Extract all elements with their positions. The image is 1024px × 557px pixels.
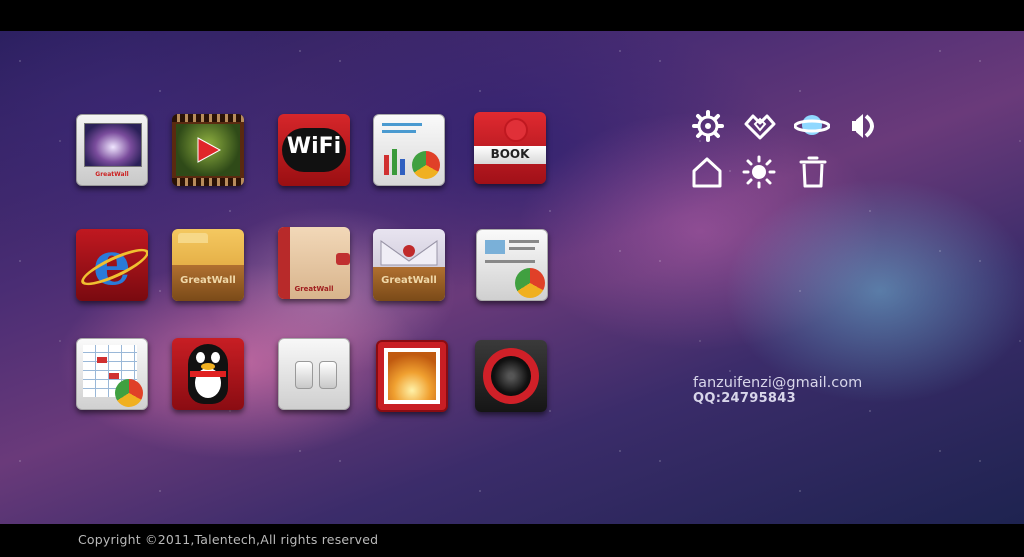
news-document-icon[interactable] — [476, 229, 548, 301]
mail-label: GreatWall — [381, 275, 437, 286]
diamond-icon[interactable] — [742, 108, 778, 144]
leather-notebook-icon[interactable]: GreatWall — [278, 227, 350, 299]
chart-document-icon[interactable] — [373, 114, 445, 186]
contact-qq: QQ:24795843 — [693, 391, 796, 406]
doc-line — [509, 240, 539, 243]
video-player-icon[interactable] — [172, 114, 244, 186]
home-icon[interactable] — [689, 154, 725, 190]
sound-icon[interactable] — [848, 108, 884, 144]
spreadsheet-icon[interactable] — [76, 338, 148, 410]
brightness-icon[interactable] — [741, 154, 777, 190]
book-label: BOOK — [490, 147, 530, 161]
doc-bar — [400, 159, 405, 175]
doc-line — [382, 123, 422, 126]
play-icon — [197, 137, 222, 163]
folder-label: GreatWall — [180, 275, 236, 286]
film-strip-bottom — [172, 178, 244, 186]
doc-line — [485, 260, 535, 263]
internet-explorer-icon[interactable]: e — [76, 229, 148, 301]
top-bar — [0, 0, 1024, 31]
planet-icon[interactable] — [794, 107, 830, 143]
spreadsheet-cell — [109, 373, 119, 379]
pie-badge — [515, 268, 545, 298]
sunset-photo — [388, 352, 436, 400]
book-icon[interactable]: BOOK — [474, 112, 546, 184]
qq-penguin-icon[interactable] — [172, 338, 244, 410]
doc-bar — [392, 149, 397, 175]
spreadsheet-cell — [97, 357, 107, 363]
photo-frame-screen — [84, 123, 142, 167]
trash-icon[interactable] — [795, 154, 831, 190]
doc-line — [382, 130, 416, 133]
penguin-scarf — [190, 371, 226, 377]
contact-email: fanzuifenzi@gmail.com — [693, 375, 863, 391]
light-switch-icon[interactable] — [278, 338, 350, 410]
notebook-strap — [336, 253, 350, 265]
folder-tab — [178, 233, 208, 243]
envelope-icon — [380, 240, 438, 266]
doc-line — [509, 247, 535, 250]
penguin-eye — [196, 352, 205, 363]
book-emblem — [504, 118, 528, 142]
penguin-beak — [201, 363, 215, 370]
news-image — [485, 240, 505, 254]
pie-badge — [412, 151, 440, 179]
wifi-label: WiFi — [286, 134, 342, 159]
speaker-cone — [491, 356, 531, 396]
switch-left — [295, 361, 313, 389]
photo-frame-label: GreatWall — [95, 171, 129, 178]
photo-frame-icon[interactable]: GreatWall — [76, 114, 148, 186]
gear-icon[interactable] — [690, 108, 726, 144]
switch-right — [319, 361, 337, 389]
film-strip-top — [172, 114, 244, 122]
doc-bar — [384, 155, 389, 175]
pie-badge — [115, 379, 143, 407]
mail-inbox-icon[interactable]: GreatWall — [373, 229, 445, 301]
wifi-icon[interactable]: WiFi — [278, 114, 350, 186]
copyright-text: Copyright ©2011,Talentech,All rights res… — [78, 532, 379, 547]
photo-album-icon[interactable] — [376, 340, 448, 412]
speaker-icon[interactable] — [475, 340, 547, 412]
penguin-eye — [211, 352, 220, 363]
notebook-label: GreatWall — [294, 285, 334, 293]
folder-icon[interactable]: GreatWall — [172, 229, 244, 301]
